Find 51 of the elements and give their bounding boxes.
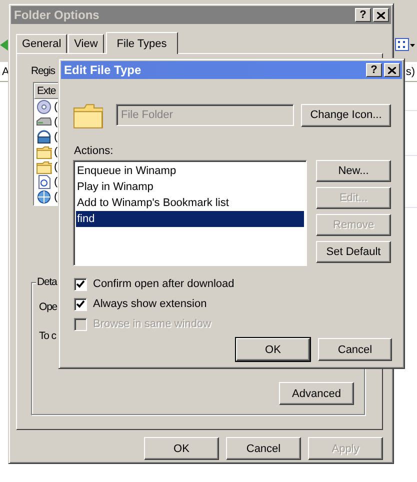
actions-label: Actions: [74, 145, 114, 157]
field-label: Ope [39, 301, 58, 313]
cancel-button[interactable]: Cancel [226, 437, 301, 460]
tab[interactable]: General [16, 34, 68, 53]
checkmark-icon [76, 300, 85, 308]
globe-icon [36, 190, 52, 204]
action-item[interactable]: Enqueue in Winamp [76, 163, 304, 179]
close-icon [388, 66, 396, 74]
cancel-button[interactable]: Cancel [318, 338, 392, 361]
network-drive-icon [36, 130, 52, 144]
drive-icon [36, 114, 52, 128]
description-text: To c [39, 330, 56, 342]
new-button[interactable]: New... [316, 160, 391, 182]
list-item-text: ( [54, 130, 58, 142]
help-button[interactable]: ? [366, 63, 382, 77]
action-item[interactable]: Play in Winamp [76, 179, 304, 195]
list-item-text: ( [54, 100, 58, 112]
tab[interactable]: File Types [106, 32, 178, 54]
folder-icon [36, 160, 52, 174]
action-item[interactable]: Add to Winamp's Bookmark list [76, 195, 304, 211]
field-label: Regis [31, 65, 55, 77]
close-button[interactable] [384, 63, 400, 77]
close-button[interactable] [373, 8, 389, 22]
ok-button[interactable]: OK [144, 437, 219, 460]
set-default-button[interactable]: Set Default [316, 241, 391, 263]
list-item-text: ( [54, 160, 58, 172]
checkbox[interactable] [74, 278, 87, 290]
list-item-text: ( [54, 190, 58, 202]
window-title: Edit File Type [64, 63, 142, 77]
advanced-button[interactable]: Advanced [279, 382, 354, 405]
change-icon-button[interactable]: Change Icon... [301, 104, 391, 126]
tab[interactable]: View [68, 34, 104, 53]
checkmark-icon [76, 280, 85, 288]
window-title: Folder Options [14, 8, 100, 22]
help-button[interactable]: ? [355, 8, 371, 22]
checkbox-label[interactable]: Always show extension [93, 298, 207, 310]
list-item-text: ( [54, 116, 58, 128]
folder-icon [36, 144, 52, 158]
close-icon [377, 12, 385, 18]
list-item-text: ( [54, 146, 58, 158]
checkbox-label[interactable]: Confirm open after download [93, 278, 234, 290]
folder-icon [73, 101, 103, 129]
list-item-text: ( [54, 176, 58, 188]
ok-button[interactable]: OK [236, 338, 310, 361]
column-header[interactable]: Exte [37, 85, 56, 97]
action-item[interactable]: find [76, 211, 304, 227]
document-icon [36, 174, 52, 188]
column-text: s) [406, 66, 415, 78]
checkbox[interactable] [74, 298, 87, 310]
view-menu-icon[interactable] [395, 38, 415, 52]
group-label: Deta [36, 276, 58, 288]
